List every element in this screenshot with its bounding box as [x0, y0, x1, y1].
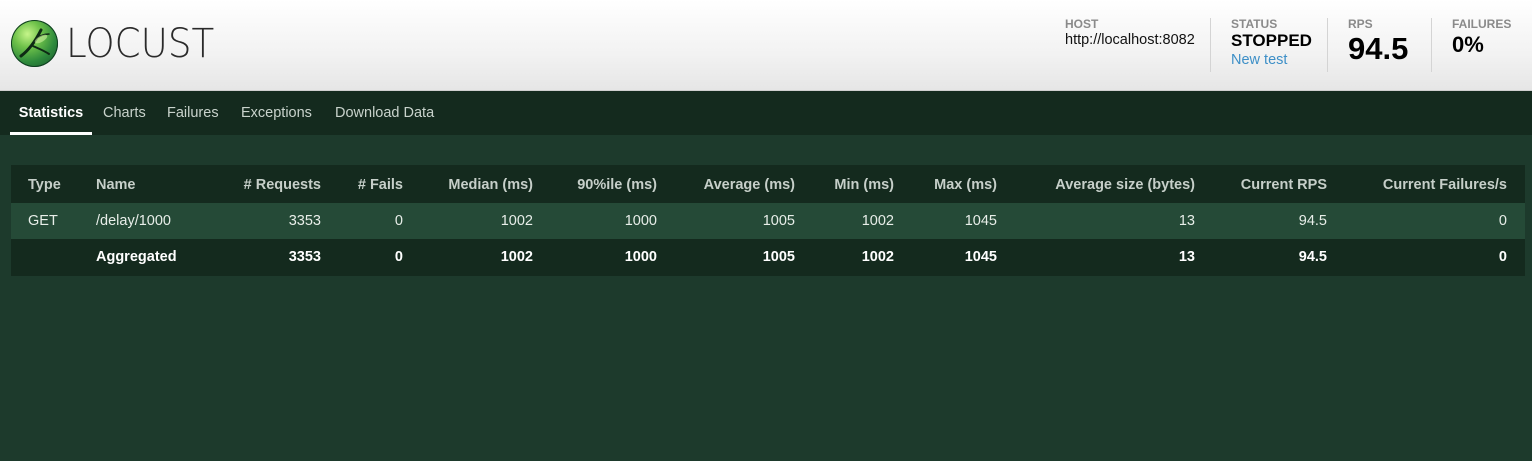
table-row: GET /delay/1000 3353 0 1002 1000 1005 10… — [11, 203, 1525, 239]
cell-current-failures: 0 — [1498, 249, 1507, 265]
cell-requests: 3353 — [288, 249, 321, 265]
cell-avg-size: 13 — [1178, 249, 1195, 265]
cell-90ile: 1000 — [624, 213, 657, 229]
rps-label: RPS — [1348, 17, 1373, 31]
tab-charts[interactable]: Charts — [103, 91, 146, 135]
failures-value: 0% — [1452, 32, 1484, 57]
rps-stat: RPS 94.5 — [1348, 17, 1408, 66]
status-label: STATUS — [1231, 17, 1278, 31]
col-header[interactable]: Current RPS — [1205, 167, 1327, 203]
tab-bar: Statistics Charts Failures Exceptions Do… — [0, 91, 1532, 135]
cell-current-failures: 0 — [1498, 213, 1507, 229]
table-header-row: Type Name # Requests # Fails Median (ms)… — [11, 167, 1525, 203]
cell-type: GET — [28, 213, 58, 229]
cell-max: 1045 — [964, 249, 997, 265]
col-header[interactable]: Average size (bytes) — [1007, 167, 1195, 203]
host-stat: HOST http://localhost:8082 — [1065, 17, 1195, 48]
statistics-table: Type Name # Requests # Fails Median (ms)… — [11, 165, 1525, 276]
cell-90ile: 1000 — [624, 249, 657, 265]
cell-average: 1005 — [762, 213, 795, 229]
logo-text: LOCUST — [66, 21, 215, 67]
col-header[interactable]: Current Failures/s — [1337, 167, 1507, 203]
rps-value: 94.5 — [1348, 31, 1409, 66]
cell-avg-size: 13 — [1178, 213, 1195, 229]
tab-exceptions[interactable]: Exceptions — [241, 91, 312, 135]
cell-min: 1002 — [861, 213, 894, 229]
divider — [1431, 18, 1432, 72]
cell-median: 1002 — [500, 213, 533, 229]
cell-name: Aggregated — [96, 249, 177, 265]
header: LOCUST HOST http://localhost:8082 STATUS… — [0, 0, 1532, 91]
aggregate-row: Aggregated 3353 0 1002 1000 1005 1002 10… — [11, 239, 1525, 275]
host-value: http://localhost:8082 — [1065, 32, 1195, 48]
cell-current-rps: 94.5 — [1298, 249, 1327, 265]
new-test-link[interactable]: New test — [1231, 52, 1312, 68]
col-header[interactable]: Name — [96, 167, 136, 203]
tab-failures[interactable]: Failures — [167, 91, 219, 135]
failures-label: FAILURES — [1452, 17, 1512, 31]
col-header[interactable]: Min (ms) — [805, 167, 894, 203]
cell-name: /delay/1000 — [96, 213, 171, 229]
cell-average: 1005 — [762, 249, 795, 265]
col-header[interactable]: Median (ms) — [413, 167, 533, 203]
status-value: STOPPED — [1231, 31, 1312, 50]
cell-max: 1045 — [964, 213, 997, 229]
cell-fails: 0 — [394, 213, 403, 229]
cell-requests: 3353 — [288, 213, 321, 229]
col-header[interactable]: Max (ms) — [904, 167, 997, 203]
tab-download-data[interactable]: Download Data — [335, 91, 434, 135]
divider — [1327, 18, 1328, 72]
cell-fails: 0 — [394, 249, 403, 265]
cell-min: 1002 — [861, 249, 894, 265]
status-stat: STATUS STOPPED New test — [1231, 17, 1312, 68]
col-header[interactable]: Type — [28, 167, 61, 203]
cell-median: 1002 — [500, 249, 533, 265]
tab-statistics[interactable]: Statistics — [10, 91, 92, 135]
col-header[interactable]: 90%ile (ms) — [543, 167, 657, 203]
cell-current-rps: 94.5 — [1298, 213, 1327, 229]
divider — [1210, 18, 1211, 72]
host-label: HOST — [1065, 17, 1099, 31]
locust-logo-icon — [11, 20, 58, 67]
col-header[interactable]: # Fails — [331, 167, 403, 203]
failures-stat: FAILURES 0% — [1452, 17, 1511, 58]
col-header[interactable]: # Requests — [211, 167, 321, 203]
col-header[interactable]: Average (ms) — [667, 167, 795, 203]
